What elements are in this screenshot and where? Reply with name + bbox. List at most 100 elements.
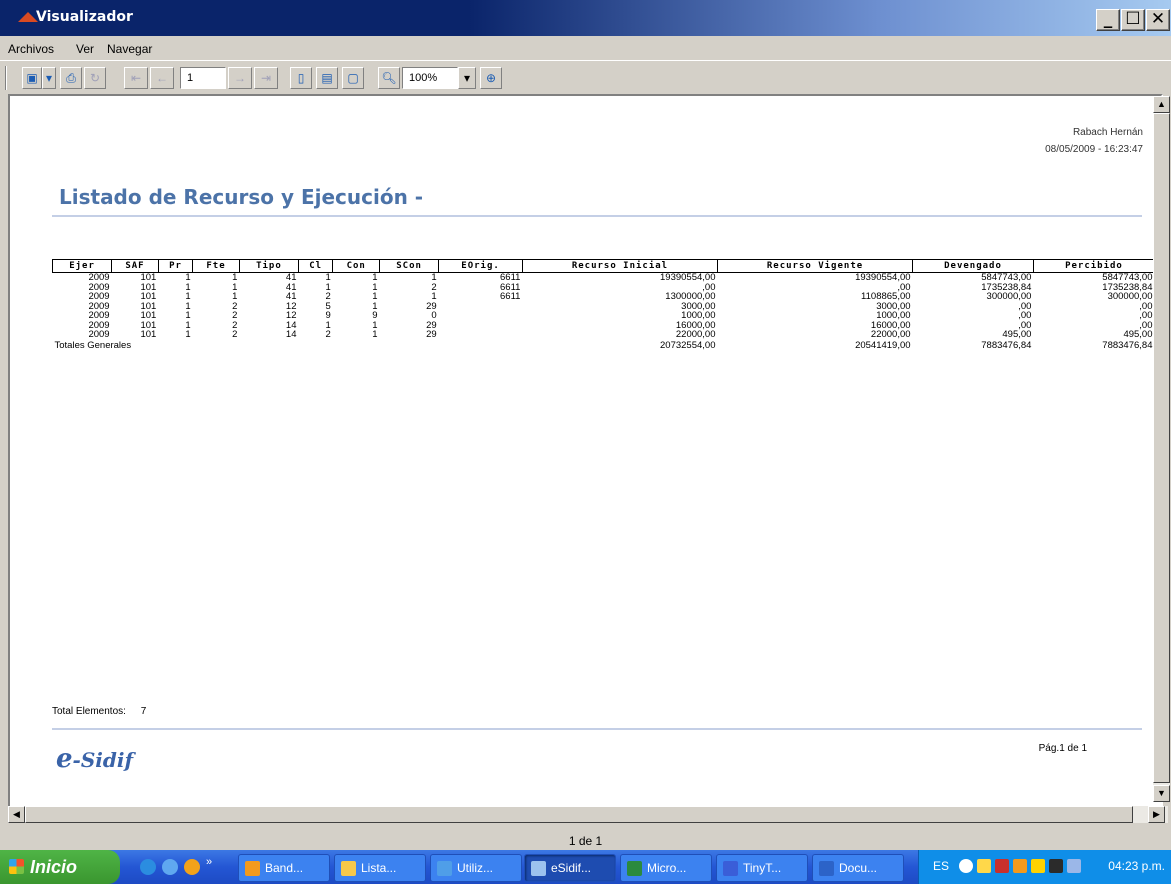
taskbar: Inicio » Band... Lista... Utiliz... eSid… bbox=[0, 850, 1171, 884]
page-width-icon[interactable]: ▤ bbox=[316, 67, 338, 89]
scroll-up-icon[interactable]: ▲ bbox=[1153, 96, 1170, 113]
clock: 04:23 p.m. bbox=[1108, 859, 1165, 873]
scroll-left-icon[interactable]: ◀ bbox=[8, 806, 25, 823]
vertical-scroll-thumb[interactable] bbox=[1153, 113, 1170, 783]
esidif-logo: e-Sidif bbox=[56, 744, 133, 774]
table-body: 2009 101 1 1 41 1 1 1 6611 19390554,00 19390554,00… bbox=[53, 273, 1155, 340]
single-page-icon[interactable]: ▯ bbox=[290, 67, 312, 89]
next-page-icon[interactable]: → bbox=[228, 67, 252, 89]
pen-icon[interactable] bbox=[995, 859, 1009, 873]
table-cell: ,00 bbox=[1018, 300, 1032, 312]
table-row: 2009 101 1 2 12 9 9 0 1000,00 1000,00,00,00 bbox=[53, 311, 1155, 321]
table-cell: 300000,00 bbox=[1107, 291, 1153, 302]
esidif-icon bbox=[531, 861, 546, 876]
print-icon[interactable]: ⎙ bbox=[60, 67, 82, 89]
table-cell: 19390554,00 bbox=[660, 272, 716, 283]
mail-icon[interactable] bbox=[977, 859, 991, 873]
maximize-button[interactable]: ☐ bbox=[1121, 9, 1145, 31]
column-header: Devengado bbox=[912, 259, 1034, 273]
table-cell: 2 bbox=[232, 329, 238, 340]
column-header: Tipo bbox=[238, 259, 299, 273]
column-header: Recurso Vigente bbox=[716, 259, 914, 273]
save-icon[interactable]: ▣ bbox=[22, 67, 42, 89]
language-indicator[interactable]: ES bbox=[933, 859, 949, 873]
status-bar: 1 de 1 bbox=[0, 830, 1171, 850]
outlook-tray-icon[interactable] bbox=[1013, 859, 1027, 873]
menu-navegar[interactable]: Navegar bbox=[107, 42, 152, 56]
zoom-in-icon[interactable]: ⊕ bbox=[480, 67, 502, 89]
column-header: Fte bbox=[192, 259, 240, 273]
close-button[interactable]: ✕ bbox=[1146, 9, 1170, 31]
column-header: EOrig. bbox=[438, 259, 523, 273]
table-header-row: Ejer SAF Pr Fte Tipo Cl Con SCon EOrig. Recurso I… bbox=[51, 259, 1156, 273]
table-row: 2009 101 1 1 41 1 1 1 6611 19390554,00 19390554,00… bbox=[53, 273, 1155, 283]
start-button[interactable]: Inicio bbox=[0, 850, 120, 884]
task-micro[interactable]: Micro... bbox=[620, 854, 712, 882]
task-esidif[interactable]: eSidif... bbox=[524, 854, 616, 882]
total-elements-value: 7 bbox=[140, 706, 147, 717]
page-label: Pág.1 de 1 bbox=[1038, 743, 1087, 754]
task-utiliz[interactable]: Utiliz... bbox=[430, 854, 522, 882]
vertical-scrollbar[interactable]: ▲ ▼ bbox=[1153, 96, 1170, 802]
table-cell bbox=[439, 330, 523, 340]
table-cell: 5847743,00 bbox=[1102, 272, 1153, 283]
whole-page-icon[interactable]: ▢ bbox=[342, 67, 364, 89]
table-cell: 101 bbox=[140, 329, 157, 340]
table-cell: 2 bbox=[431, 281, 437, 293]
report-user: Rabach Hernán bbox=[1072, 127, 1143, 138]
table-cell: 1 bbox=[325, 272, 331, 283]
table-cell bbox=[439, 311, 523, 321]
minimize-button[interactable]: _ bbox=[1096, 9, 1120, 31]
column-header: Con bbox=[332, 259, 381, 273]
table-cell: 5847743,00 bbox=[981, 272, 1032, 283]
excel-icon bbox=[627, 861, 642, 876]
star-icon[interactable] bbox=[1031, 859, 1045, 873]
zoom-select[interactable]: 100% bbox=[402, 67, 458, 89]
table-row: 2009 101 1 2 14 2 1 29 22000,00 22000,00 495,00 495… bbox=[53, 330, 1155, 340]
scroll-right-icon[interactable]: ▶ bbox=[1148, 806, 1165, 823]
refresh-icon[interactable]: ↻ bbox=[84, 67, 106, 89]
quicklaunch-more-icon[interactable]: » bbox=[206, 856, 212, 868]
menu-archivos[interactable]: Archivos bbox=[8, 42, 54, 56]
task-docu[interactable]: Docu... bbox=[812, 854, 904, 882]
last-page-icon[interactable]: ⇥ bbox=[254, 67, 278, 89]
report-viewport: Rabach Hernán 08/05/2009 - 16:23:47 List… bbox=[8, 94, 1163, 822]
previous-page-icon[interactable]: ← bbox=[150, 67, 174, 89]
table-cell: 22000,00 bbox=[870, 329, 911, 340]
table-cell: 6611 bbox=[500, 291, 521, 302]
table-row: 2009 101 1 1 41 2 1 1 6611 1300000,00 1108865,00 30… bbox=[53, 292, 1155, 302]
save-dropdown-icon[interactable]: ▾ bbox=[42, 67, 56, 89]
zoom-dropdown-icon[interactable]: ▾ bbox=[458, 67, 476, 89]
title-divider bbox=[52, 215, 1142, 217]
menu-ver[interactable]: Ver bbox=[76, 42, 94, 56]
table-cell: 1 bbox=[185, 272, 191, 283]
table-cell: 1 bbox=[431, 272, 437, 283]
internet-explorer-icon[interactable] bbox=[140, 859, 156, 875]
table-cell: 19390554,00 bbox=[855, 272, 911, 283]
media-player-icon[interactable] bbox=[184, 859, 200, 875]
task-tinyt[interactable]: TinyT... bbox=[716, 854, 808, 882]
start-label: Inicio bbox=[30, 857, 78, 877]
table-cell: 29 bbox=[426, 300, 437, 312]
browser-icon[interactable] bbox=[162, 859, 178, 875]
task-lista[interactable]: Lista... bbox=[334, 854, 426, 882]
title-bar[interactable]: Visualizador _ ☐ ✕ bbox=[0, 0, 1171, 36]
table-row: 2009 101 1 2 14 1 1 29 16000,00 16000,00,00,00 bbox=[53, 320, 1155, 331]
horizontal-scroll-thumb[interactable] bbox=[25, 806, 1133, 823]
table-cell: 2 bbox=[325, 329, 331, 340]
totals-percibido: 7883476,84 bbox=[1102, 339, 1153, 351]
table-cell: 1 bbox=[372, 272, 378, 283]
table-cell: 14 bbox=[285, 329, 297, 340]
column-header: Cl bbox=[297, 259, 334, 273]
monitor-icon[interactable] bbox=[1067, 859, 1081, 873]
zoom-out-icon[interactable]: 🔍︎ bbox=[378, 67, 400, 89]
page-number-input[interactable]: 1 bbox=[180, 67, 226, 89]
network-icon[interactable] bbox=[1049, 859, 1063, 873]
horizontal-scrollbar[interactable]: ◀ ▶ bbox=[8, 806, 1168, 823]
totals-devengado: 7883476,84 bbox=[981, 339, 1032, 351]
tray-expand-icon[interactable] bbox=[959, 859, 973, 873]
first-page-icon[interactable]: ⇤ bbox=[124, 67, 148, 89]
scroll-down-icon[interactable]: ▼ bbox=[1153, 785, 1170, 802]
ie-window-icon bbox=[437, 861, 452, 876]
task-band[interactable]: Band... bbox=[238, 854, 330, 882]
